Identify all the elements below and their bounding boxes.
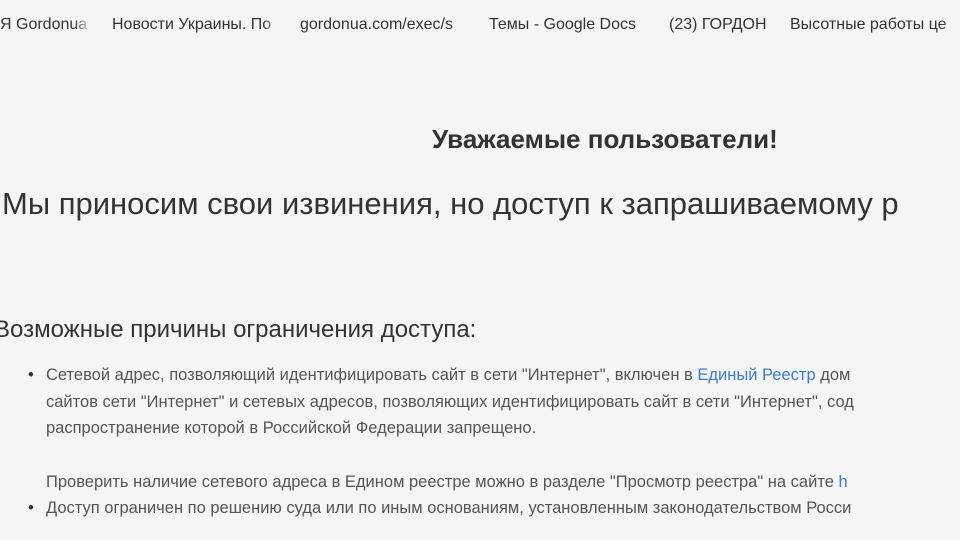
reason-line: Проверить наличие сетевого адреса в Един… <box>46 469 854 496</box>
reason-line: распространение которой в Российской Фед… <box>46 419 537 437</box>
apology-text: Мы приносим свои извинения, но доступ к … <box>2 186 899 221</box>
bookmark-label: Новости Украины. По <box>112 16 272 33</box>
bullet-icon: • <box>28 366 34 384</box>
reasons-heading: Возможные причины ограничения доступа: <box>0 316 477 343</box>
reason-text: Сетевой адрес, позволяющий идентифициров… <box>46 366 698 384</box>
bullet-icon: • <box>28 499 34 517</box>
list-item: • Сетевой адрес, позволяющий идентифицир… <box>24 362 854 495</box>
bookmark-google-docs[interactable]: Темы - Google Docs <box>489 14 651 36</box>
bookmarks-bar: Я Gordonua Новости Украины. По gordonua.… <box>0 0 960 48</box>
reason-text: дом <box>815 366 851 384</box>
bookmark-gordonua[interactable]: Я Gordonua <box>0 14 92 36</box>
page-content: Уважаемые пользователи! Мы приносим свои… <box>0 48 960 540</box>
bookmark-label: Высотные работы це <box>790 16 947 33</box>
bookmark-gordon[interactable]: (23) ГОРДОН <box>669 14 773 36</box>
greeting-heading: Уважаемые пользователи! <box>432 124 778 154</box>
bookmark-label: gordonua.com/exec/s <box>300 16 453 33</box>
bookmark-label: (23) ГОРДОН <box>669 16 767 33</box>
list-item: • Доступ ограничен по решению суда или п… <box>24 495 854 522</box>
reason-text: Проверить наличие сетевого адреса в Един… <box>46 472 839 491</box>
reasons-list: • Сетевой адрес, позволяющий идентифицир… <box>24 362 854 522</box>
reason-line: Доступ ограничен по решению суда или по … <box>46 499 852 517</box>
registry-site-link[interactable]: h <box>838 473 847 491</box>
bookmark-gordonua-exec[interactable]: gordonua.com/exec/s <box>300 14 468 36</box>
reason-line: сайтов сети "Интернет" и сетевых адресов… <box>46 392 854 411</box>
unified-registry-link[interactable]: Единый Реестр <box>697 366 815 384</box>
bookmark-novosti-ukrainy[interactable]: Новости Украины. По <box>112 14 282 36</box>
reason-line: Сетевой адрес, позволяющий идентифициров… <box>46 362 854 389</box>
bookmark-vysotnye-raboty[interactable]: Высотные работы це <box>790 14 960 36</box>
bookmark-label: Темы - Google Docs <box>489 16 636 33</box>
